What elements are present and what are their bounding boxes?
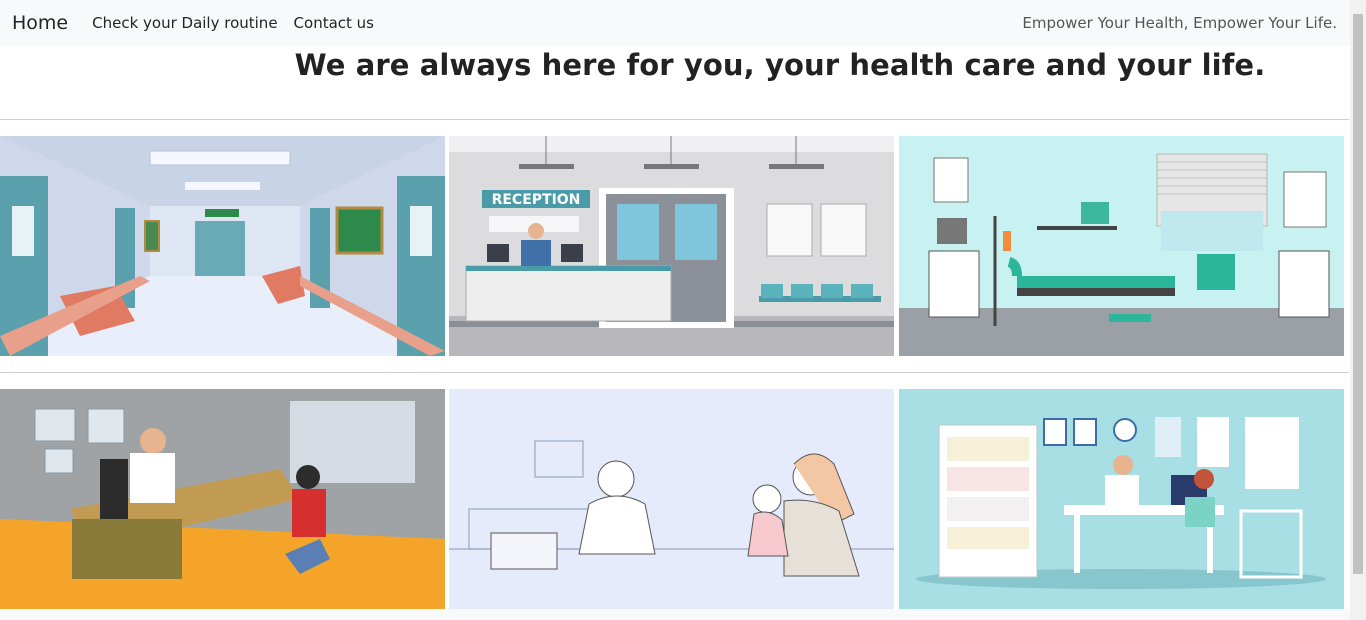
scrollbar-thumb[interactable] xyxy=(1353,14,1363,574)
divider-top xyxy=(0,119,1349,120)
doctor-office-image xyxy=(899,389,1344,609)
hospital-ward-image xyxy=(899,136,1344,356)
doctor-consultation-image xyxy=(0,389,445,609)
navbar-tagline: Empower Your Health, Empower Your Life. xyxy=(1022,14,1337,32)
hero-title: We are always here for you, your health … xyxy=(294,48,1266,82)
reception-image: RECEPTION xyxy=(449,136,894,356)
hospital-corridor-image xyxy=(0,136,445,356)
page-bottom-strip xyxy=(0,609,1350,620)
navbar: Home Check your Daily routine Contact us… xyxy=(0,0,1350,46)
vertical-scrollbar[interactable] xyxy=(1350,0,1366,620)
nav-home-link[interactable]: Home xyxy=(12,12,68,34)
reception-sign-text: RECEPTION xyxy=(492,192,581,208)
nav-daily-routine-link[interactable]: Check your Daily routine xyxy=(92,14,277,32)
nav-contact-link[interactable]: Contact us xyxy=(294,14,374,32)
doctor-mother-child-image xyxy=(449,389,894,609)
divider-middle xyxy=(0,372,1349,373)
